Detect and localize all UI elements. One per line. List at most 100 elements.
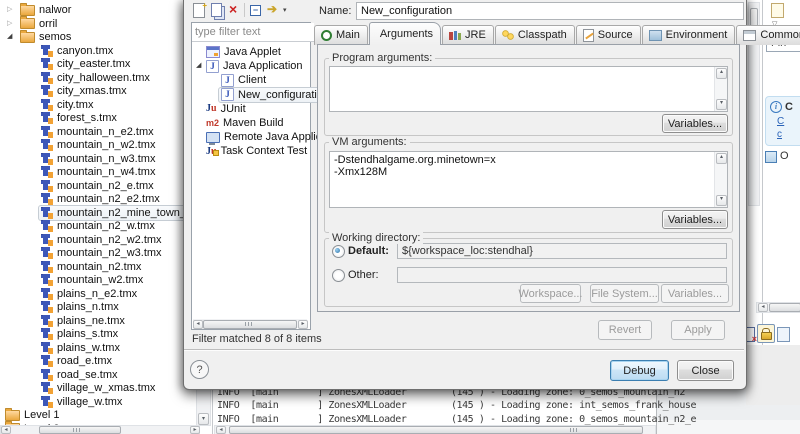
- connect-link[interactable]: C: [777, 116, 784, 127]
- explorer-tree-item[interactable]: mountain_n2_w.tmx: [0, 218, 198, 232]
- expander-arrow-icon[interactable]: ◢: [196, 59, 201, 73]
- tab-jre[interactable]: JRE: [442, 25, 494, 45]
- taskctx-icon: Ju: [206, 146, 217, 157]
- launch-config-tree-item[interactable]: J New_configuration: [192, 87, 308, 101]
- filter-launch-configs-icon[interactable]: ➔: [267, 2, 277, 16]
- explorer-tree-item[interactable]: ▷ orril: [0, 16, 198, 30]
- scrollbar-thumb[interactable]: [769, 303, 800, 312]
- explorer-tree-item[interactable]: mountain_n2_e2.tmx: [0, 191, 198, 205]
- explorer-tree-item[interactable]: village_w.tmx: [0, 394, 198, 408]
- delete-config-icon[interactable]: ×: [229, 1, 237, 17]
- other-directory-field[interactable]: [397, 267, 727, 283]
- scroll-down-arrow-icon[interactable]: ▾: [716, 99, 727, 110]
- explorer-tree-item[interactable]: mountain_w2.tmx: [0, 272, 198, 286]
- scroll-up-arrow-icon[interactable]: ▴: [716, 68, 727, 79]
- launch-config-tree-item[interactable]: Ju Task Context Test: [192, 143, 308, 157]
- explorer-tree-item[interactable]: city_halloween.tmx: [0, 70, 198, 84]
- explorer-tree-item[interactable]: mountain_n2.tmx: [0, 259, 198, 273]
- file-system-button[interactable]: File System...: [590, 284, 659, 303]
- help-button[interactable]: ?: [190, 360, 209, 379]
- scrollbar-thumb[interactable]: [39, 426, 121, 434]
- explorer-tree-item[interactable]: mountain_n_w3.tmx: [0, 151, 198, 165]
- pin-console-icon[interactable]: [777, 327, 790, 342]
- explorer-tree-item[interactable]: mountain_n2_mine_town_wee: [0, 205, 198, 219]
- scroll-left-arrow-icon[interactable]: ◂: [1, 426, 11, 434]
- explorer-tree-item[interactable]: city.tmx: [0, 97, 198, 111]
- new-task-icon[interactable]: [771, 3, 784, 18]
- explorer-tree-item[interactable]: ◢ semos: [0, 29, 198, 43]
- apply-button[interactable]: Apply: [671, 320, 725, 340]
- default-directory-field[interactable]: ${workspace_loc:stendhal}: [397, 243, 727, 259]
- vm-arguments-input[interactable]: -Dstendhalgame.org.minetown=x -Xmx128M: [330, 152, 721, 207]
- scroll-right-arrow-icon[interactable]: ▸: [190, 426, 200, 434]
- launch-config-tree-item[interactable]: J Client: [192, 72, 308, 86]
- program-variables-button[interactable]: Variables...: [662, 114, 728, 133]
- console-horizontal-scrollbar[interactable]: ◂: [214, 425, 656, 434]
- explorer-tree-item[interactable]: mountain_n_e2.tmx: [0, 124, 198, 138]
- launch-config-tree-item[interactable]: Remote Java Application: [192, 129, 308, 143]
- textarea-scrollbar[interactable]: ▴ ▾: [714, 67, 727, 111]
- explorer-tree-item[interactable]: city_xmas.tmx: [0, 83, 198, 97]
- tab-environment[interactable]: Environment: [642, 25, 736, 45]
- scroll-lock-icon[interactable]: [757, 324, 775, 343]
- scrollbar-thumb[interactable]: [229, 426, 643, 434]
- explorer-tree-item[interactable]: plains_n_e2.tmx: [0, 286, 198, 300]
- tab-source[interactable]: Source: [576, 25, 641, 45]
- vm-variables-button[interactable]: Variables...: [662, 210, 728, 229]
- config-filter-input[interactable]: [192, 23, 314, 42]
- tab-classpath[interactable]: Classpath: [495, 25, 575, 45]
- close-button[interactable]: Close: [677, 360, 734, 381]
- default-radio-label[interactable]: Default:: [348, 245, 389, 257]
- program-arguments-input[interactable]: [330, 67, 721, 111]
- debug-button[interactable]: Debug: [610, 360, 669, 381]
- tab-common[interactable]: Common: [736, 25, 800, 45]
- launch-config-tree-item[interactable]: ◢ J Java Application: [192, 58, 308, 72]
- explorer-tree-item[interactable]: mountain_n_w4.tmx: [0, 164, 198, 178]
- scroll-right-arrow-icon[interactable]: ▸: [298, 320, 308, 329]
- launch-config-tree-item[interactable]: Java Applet: [192, 44, 308, 58]
- scroll-left-arrow-icon[interactable]: ◂: [216, 426, 226, 434]
- explorer-tree-item[interactable]: village_w_xmas.tmx: [0, 380, 198, 394]
- launch-config-tree-item[interactable]: Ju JUnit: [192, 101, 308, 115]
- config-tree-horizontal-scrollbar[interactable]: ◂ ▸: [193, 319, 307, 328]
- other-radio[interactable]: [332, 269, 345, 282]
- explorer-tree-item[interactable]: plains_ne.tmx: [0, 313, 198, 327]
- launch-config-tree-item[interactable]: m2 Maven Build: [192, 115, 308, 129]
- explorer-tree-item[interactable]: forest_s.tmx: [0, 110, 198, 124]
- toolbar-dropdown-chevron-icon[interactable]: ▾: [283, 6, 287, 14]
- revert-button[interactable]: Revert: [598, 320, 652, 340]
- explorer-horizontal-scrollbar[interactable]: ◂ ▸: [0, 425, 200, 434]
- explorer-tree-item[interactable]: road_e.tmx: [0, 353, 198, 367]
- scrollbar-thumb[interactable]: [203, 320, 297, 329]
- scroll-down-arrow-icon[interactable]: ▾: [198, 413, 209, 425]
- collapse-all-icon[interactable]: −: [250, 5, 261, 16]
- textarea-scrollbar[interactable]: ▴ ▾: [714, 152, 727, 207]
- explorer-tree-item[interactable]: road_se.tmx: [0, 367, 198, 381]
- new-launch-config-icon[interactable]: +: [193, 3, 205, 18]
- tab-main[interactable]: Main: [314, 25, 368, 45]
- scroll-left-arrow-icon[interactable]: ◂: [758, 303, 768, 312]
- duplicate-config-icon[interactable]: [211, 3, 222, 17]
- explorer-tree-item[interactable]: city_easter.tmx: [0, 56, 198, 70]
- default-radio[interactable]: [332, 245, 345, 258]
- scroll-left-arrow-icon[interactable]: ◂: [193, 320, 203, 329]
- right-horizontal-scrollbar[interactable]: ◂: [756, 302, 800, 313]
- explorer-tree-item[interactable]: mountain_n2_w3.tmx: [0, 245, 198, 259]
- name-input[interactable]: [356, 2, 744, 20]
- explorer-tree-item[interactable]: mountain_n_w2.tmx: [0, 137, 198, 151]
- explorer-tree-item[interactable]: plains_s.tmx: [0, 326, 198, 340]
- explorer-tree-item[interactable]: canyon.tmx: [0, 43, 198, 57]
- scroll-up-arrow-icon[interactable]: ▴: [716, 153, 727, 164]
- connect-link[interactable]: c: [777, 129, 782, 140]
- explorer-tree-item[interactable]: mountain_n2_e.tmx: [0, 178, 198, 192]
- scroll-down-arrow-icon[interactable]: ▾: [716, 195, 727, 206]
- tab-arguments[interactable]: Arguments: [369, 22, 441, 45]
- explorer-tree-item[interactable]: Level 1: [0, 407, 198, 421]
- explorer-tree-item[interactable]: ▷ nalwor: [0, 2, 198, 16]
- other-radio-label[interactable]: Other:: [348, 269, 379, 281]
- workspace-button[interactable]: Workspace...: [520, 284, 581, 303]
- explorer-tree-item[interactable]: plains_n.tmx: [0, 299, 198, 313]
- explorer-tree-item[interactable]: plains_w.tmx: [0, 340, 198, 354]
- explorer-tree-item[interactable]: mountain_n2_w2.tmx: [0, 232, 198, 246]
- variables-button[interactable]: Variables...: [661, 284, 729, 303]
